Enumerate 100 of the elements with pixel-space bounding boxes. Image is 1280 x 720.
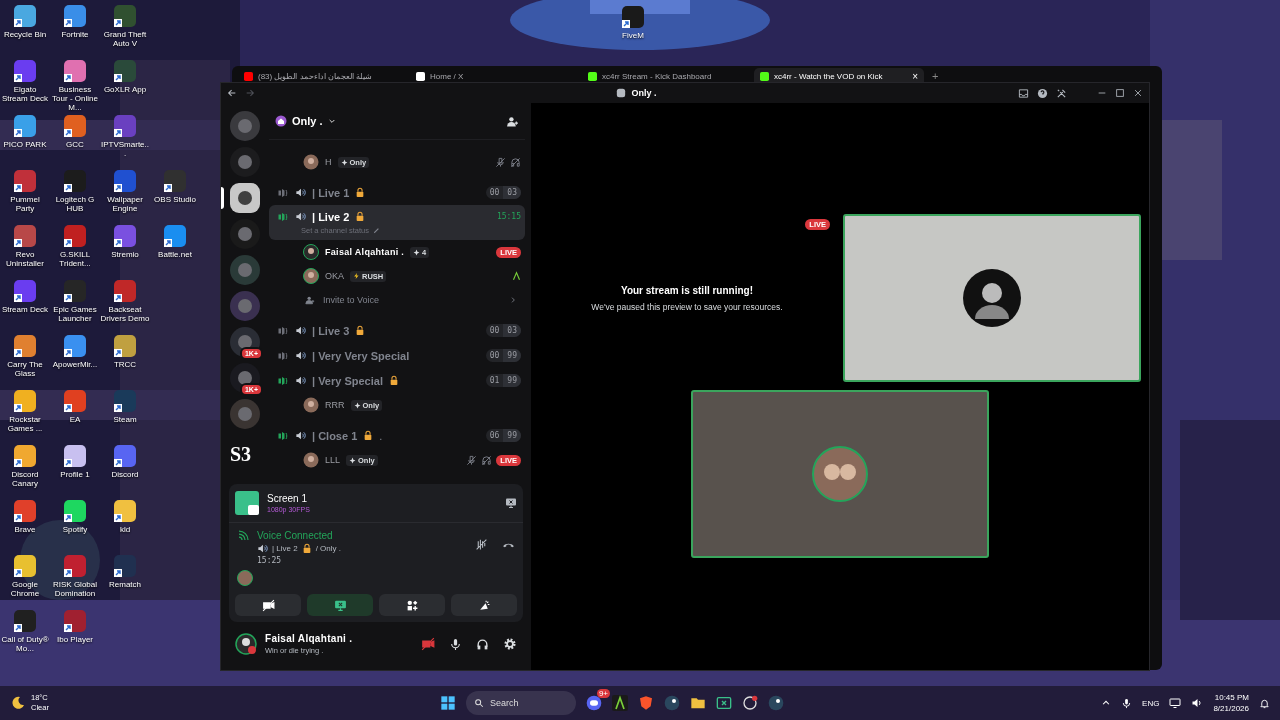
close-tab-button[interactable]: × [912, 70, 918, 82]
app-label[interactable]: Backseat Drivers Demo [100, 305, 150, 323]
app-icon[interactable] [13, 499, 37, 523]
shield-app-icon[interactable] [638, 695, 654, 711]
app-icon[interactable] [63, 224, 87, 248]
app-icon[interactable] [113, 279, 137, 303]
app-label[interactable]: Ibo Player [57, 635, 93, 644]
user-name[interactable]: Faisal Alqahtani . [265, 633, 353, 644]
folder-icon[interactable] [690, 695, 706, 711]
language-indicator[interactable]: ENG [1142, 698, 1160, 708]
chevron-down-icon[interactable] [327, 117, 336, 125]
voice-channel[interactable]: | Live 1 00 03 [269, 180, 525, 205]
app-label[interactable]: Wallpaper Engine [100, 195, 150, 213]
start-icon[interactable] [440, 695, 456, 711]
app-label[interactable]: Discord [111, 470, 139, 479]
app-label[interactable]: OBS Studio [154, 195, 196, 204]
app-icon[interactable] [113, 4, 137, 28]
app-icon[interactable] [113, 554, 137, 578]
app-icon[interactable] [621, 5, 645, 29]
headphones-icon[interactable] [476, 637, 489, 651]
app-label[interactable]: RISK Global Domination [50, 580, 100, 598]
microphone-icon[interactable] [1121, 697, 1133, 709]
app-icon[interactable] [63, 609, 87, 633]
browser-tab[interactable]: xc4rr Stream - Kick Dashboard [582, 68, 752, 84]
avatar[interactable] [303, 268, 319, 284]
app-label[interactable]: G.SKILL Trident... [50, 250, 100, 268]
app-label[interactable]: FiveM [622, 31, 644, 40]
voice-server-name[interactable]: / Only . [315, 544, 341, 553]
app-label[interactable]: Google Chrome [0, 580, 50, 598]
app-icon[interactable] [13, 224, 37, 248]
app-label[interactable]: PICO PARK [3, 140, 47, 149]
app-icon[interactable] [113, 169, 137, 193]
avatar[interactable] [303, 154, 319, 170]
app-icon[interactable] [13, 279, 37, 303]
voice-channel-name[interactable]: | Live 2 [272, 544, 298, 553]
app-label[interactable]: GoXLR App [103, 85, 147, 94]
lambda-app-icon[interactable] [612, 695, 628, 711]
new-tab-button[interactable]: + [926, 70, 945, 82]
stop-stream-icon[interactable] [505, 497, 517, 509]
app-label[interactable]: Revo Uninstaller [0, 250, 50, 268]
avatar[interactable] [303, 244, 319, 260]
app-label[interactable]: Brave [14, 525, 36, 534]
app-icon[interactable] [13, 609, 37, 633]
app-icon[interactable] [63, 444, 87, 468]
app-label[interactable]: Rematch [109, 580, 141, 589]
video-tile[interactable] [691, 390, 989, 558]
activities-button[interactable] [379, 594, 445, 616]
app-icon[interactable] [13, 169, 37, 193]
add-user-icon[interactable] [506, 114, 519, 128]
tools-icon[interactable] [1056, 87, 1067, 99]
camera-off-button[interactable] [235, 594, 301, 616]
browser-tab[interactable]: Home / X [410, 68, 580, 84]
app-icon[interactable] [113, 224, 137, 248]
avatar[interactable] [235, 633, 257, 655]
app-icon[interactable] [63, 279, 87, 303]
record-app-icon[interactable] [742, 695, 758, 711]
member-name[interactable]: H [325, 157, 332, 167]
settings-icon[interactable] [503, 637, 517, 651]
app-icon[interactable] [63, 554, 87, 578]
app-icon[interactable] [13, 114, 37, 138]
app-label[interactable]: TRCC [113, 360, 137, 369]
bell-icon[interactable] [1259, 697, 1270, 709]
app-label[interactable]: Steam [113, 415, 137, 424]
app-label[interactable]: Logitech G HUB [50, 195, 100, 213]
app-icon[interactable] [113, 444, 137, 468]
screen-share-button[interactable] [307, 594, 373, 616]
app-label[interactable]: Discord Canary [0, 470, 50, 488]
voice-channel[interactable]: | Very Special 01 99 [269, 368, 525, 393]
app-icon[interactable] [113, 59, 137, 83]
invite-link[interactable]: Invite to Voice [323, 295, 380, 305]
app-icon[interactable] [63, 114, 87, 138]
app-icon[interactable] [63, 59, 87, 83]
voice-channel[interactable]: | Very Very Special 00 99 [269, 343, 525, 368]
app-icon[interactable] [113, 389, 137, 413]
chat-app-icon[interactable] [586, 695, 602, 711]
voice-channel[interactable]: | Live 3 00 03 [269, 318, 525, 343]
close-icon[interactable] [1133, 88, 1143, 98]
app-icon[interactable] [63, 169, 87, 193]
app-label[interactable]: Business Tour - Online M... [50, 85, 100, 112]
app-label[interactable]: Fortnite [61, 30, 89, 39]
app-icon[interactable] [13, 554, 37, 578]
app-label[interactable]: Epic Games Launcher [50, 305, 100, 323]
back-icon[interactable] [227, 88, 237, 98]
app-label[interactable]: Profile 1 [60, 470, 90, 479]
volume-icon[interactable] [1191, 697, 1204, 709]
video-tile[interactable] [843, 214, 1141, 382]
clock-date[interactable]: 8/21/2026 [1213, 703, 1249, 714]
app-icon[interactable] [63, 4, 87, 28]
app-label[interactable]: IPTVSmarte... [100, 140, 150, 158]
monitor-icon[interactable] [1169, 697, 1182, 709]
app-label[interactable]: Call of Duty® Mo... [0, 635, 50, 653]
app-label[interactable]: ApowerMir... [52, 360, 98, 369]
search-field[interactable]: Search [466, 691, 576, 715]
game-store-icon[interactable] [664, 695, 680, 711]
app-label[interactable]: Stremio [111, 250, 139, 259]
app-icon[interactable] [13, 444, 37, 468]
connection-status[interactable]: Voice Connected [257, 530, 341, 541]
member-name[interactable]: OKA [325, 271, 344, 281]
clock-time[interactable]: 10:45 PM [1213, 692, 1249, 703]
app-icon[interactable] [163, 224, 187, 248]
